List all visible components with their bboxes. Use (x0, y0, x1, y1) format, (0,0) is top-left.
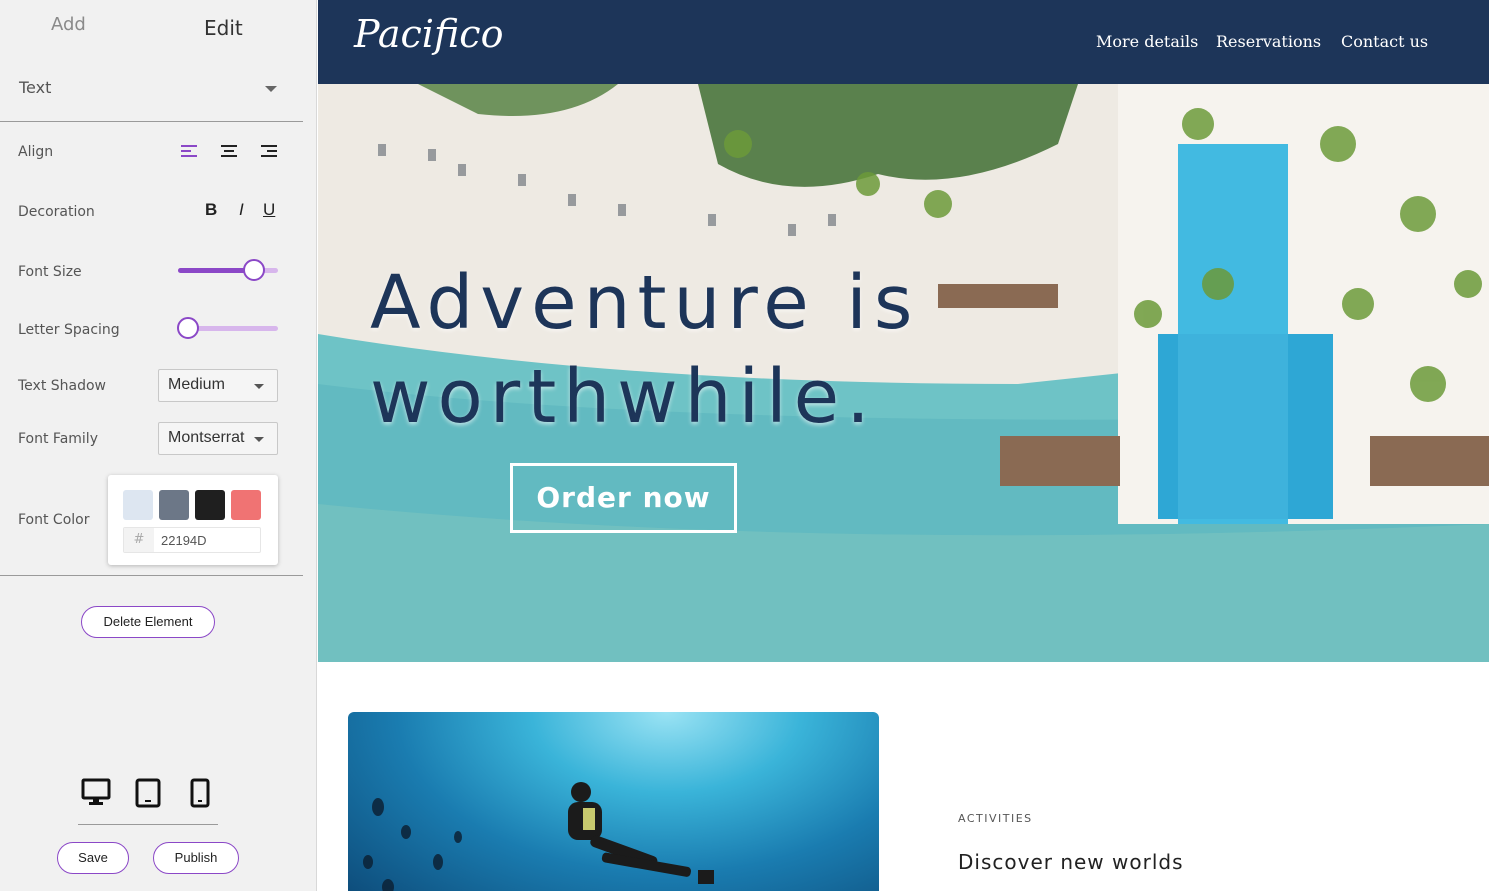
slider-thumb[interactable] (177, 317, 199, 339)
divider (78, 824, 218, 825)
color-swatch[interactable] (231, 490, 261, 520)
letter-spacing-slider[interactable] (177, 315, 278, 341)
editor-sidebar: Add Edit Text Align Decoration B I U Fon… (0, 0, 317, 891)
page-preview: Pacifico More details Reservations Conta… (318, 0, 1489, 891)
font-family-value: Montserrat (168, 429, 245, 446)
align-label: Align (18, 144, 54, 160)
color-swatch[interactable] (159, 490, 189, 520)
section-eyebrow: ACTIVITIES (958, 812, 1033, 825)
sidebar-tabs: Add Edit (0, 14, 303, 44)
hero-headline[interactable]: Adventure is worthwhile. (370, 256, 919, 444)
decoration-buttons: B I U (203, 200, 283, 222)
mobile-icon[interactable] (190, 778, 210, 808)
nav-link-contact-us[interactable]: Contact us (1341, 32, 1428, 51)
order-now-button[interactable]: Order now (510, 463, 737, 533)
color-swatch[interactable] (123, 490, 153, 520)
nav-link-reservations[interactable]: Reservations (1216, 32, 1321, 51)
delete-element-button[interactable]: Delete Element (81, 606, 215, 638)
section-title: Discover new worlds (958, 850, 1184, 874)
align-left-icon[interactable] (180, 142, 198, 160)
font-color-label: Font Color (18, 512, 90, 528)
element-type-select[interactable]: Text (19, 78, 281, 100)
slider-thumb[interactable] (243, 259, 265, 281)
bold-button[interactable]: B (205, 200, 217, 220)
chevron-down-icon (265, 86, 277, 92)
underline-button[interactable]: U (263, 200, 275, 220)
hash-icon: # (124, 528, 154, 552)
element-type-value: Text (19, 78, 52, 97)
hex-color-input[interactable]: # 22194D (123, 527, 261, 553)
color-swatch[interactable] (195, 490, 225, 520)
snorkeling-image (348, 712, 879, 891)
tab-add[interactable]: Add (51, 14, 86, 35)
tablet-icon[interactable] (135, 778, 161, 808)
text-shadow-value: Medium (168, 376, 225, 393)
decoration-label: Decoration (18, 204, 95, 220)
letter-spacing-label: Letter Spacing (18, 322, 120, 338)
divider (0, 121, 303, 122)
hex-value: 22194D (161, 533, 207, 548)
hero-section: Adventure is worthwhile. Order now (318, 84, 1489, 662)
text-shadow-select[interactable]: Medium (158, 369, 278, 402)
align-buttons (180, 142, 280, 164)
hero-headline-line-2: worthwhile. (370, 354, 877, 440)
hero-headline-line-1: Adventure is (370, 260, 920, 346)
desktop-icon[interactable] (81, 778, 111, 806)
font-family-select[interactable]: Montserrat (158, 422, 278, 455)
divider (0, 575, 303, 576)
align-center-icon[interactable] (220, 142, 238, 160)
font-size-label: Font Size (18, 264, 82, 280)
align-right-icon[interactable] (260, 142, 278, 160)
site-navbar: Pacifico More details Reservations Conta… (318, 0, 1489, 84)
color-picker: # 22194D (108, 475, 278, 565)
nav-link-more-details[interactable]: More details (1096, 32, 1198, 51)
tab-edit[interactable]: Edit (204, 16, 243, 40)
font-family-label: Font Family (18, 431, 98, 447)
save-button[interactable]: Save (57, 842, 129, 874)
text-shadow-label: Text Shadow (18, 378, 107, 394)
font-size-slider[interactable] (178, 257, 278, 283)
chevron-down-icon (254, 437, 264, 442)
chevron-down-icon (254, 384, 264, 389)
italic-button[interactable]: I (239, 200, 244, 220)
publish-button[interactable]: Publish (153, 842, 239, 874)
site-logo[interactable]: Pacifico (354, 12, 503, 56)
